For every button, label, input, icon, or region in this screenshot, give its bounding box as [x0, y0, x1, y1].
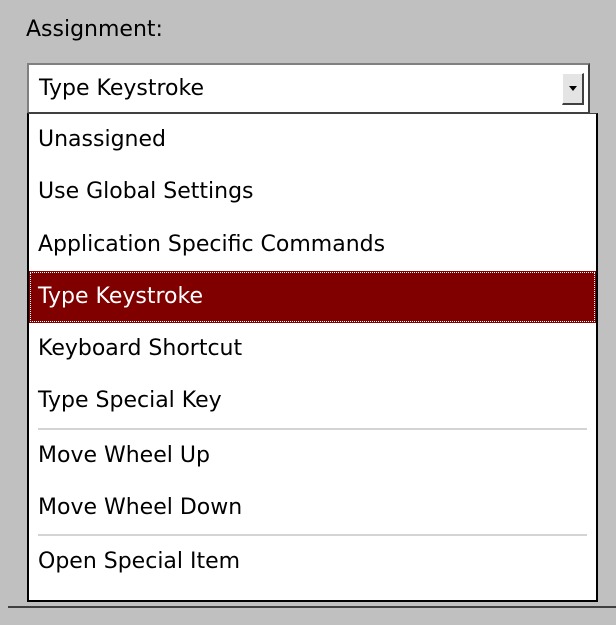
option-open-special-item[interactable]: Open Special Item [29, 536, 596, 588]
option-type-keystroke[interactable]: Type Keystroke [29, 270, 596, 324]
assignment-label: Assignment: [26, 17, 163, 42]
dropdown-button[interactable] [562, 73, 584, 105]
option-keyboard-shortcut[interactable]: Keyboard Shortcut [29, 323, 596, 375]
assignment-selected-value: Type Keystroke [39, 76, 205, 101]
option-application-specific-commands[interactable]: Application Specific Commands [29, 219, 596, 271]
assignment-dropdown-list[interactable]: Unassigned Use Global Settings Applicati… [27, 113, 598, 602]
option-type-special-key[interactable]: Type Special Key [29, 375, 596, 427]
chevron-down-icon [569, 86, 577, 91]
assignment-combobox[interactable]: Type Keystroke [27, 63, 590, 113]
option-unassigned[interactable]: Unassigned [29, 114, 596, 166]
option-move-wheel-down[interactable]: Move Wheel Down [29, 482, 596, 534]
option-use-global-settings[interactable]: Use Global Settings [29, 166, 596, 218]
panel-bottom-border [8, 606, 616, 608]
option-move-wheel-up[interactable]: Move Wheel Up [29, 430, 596, 482]
